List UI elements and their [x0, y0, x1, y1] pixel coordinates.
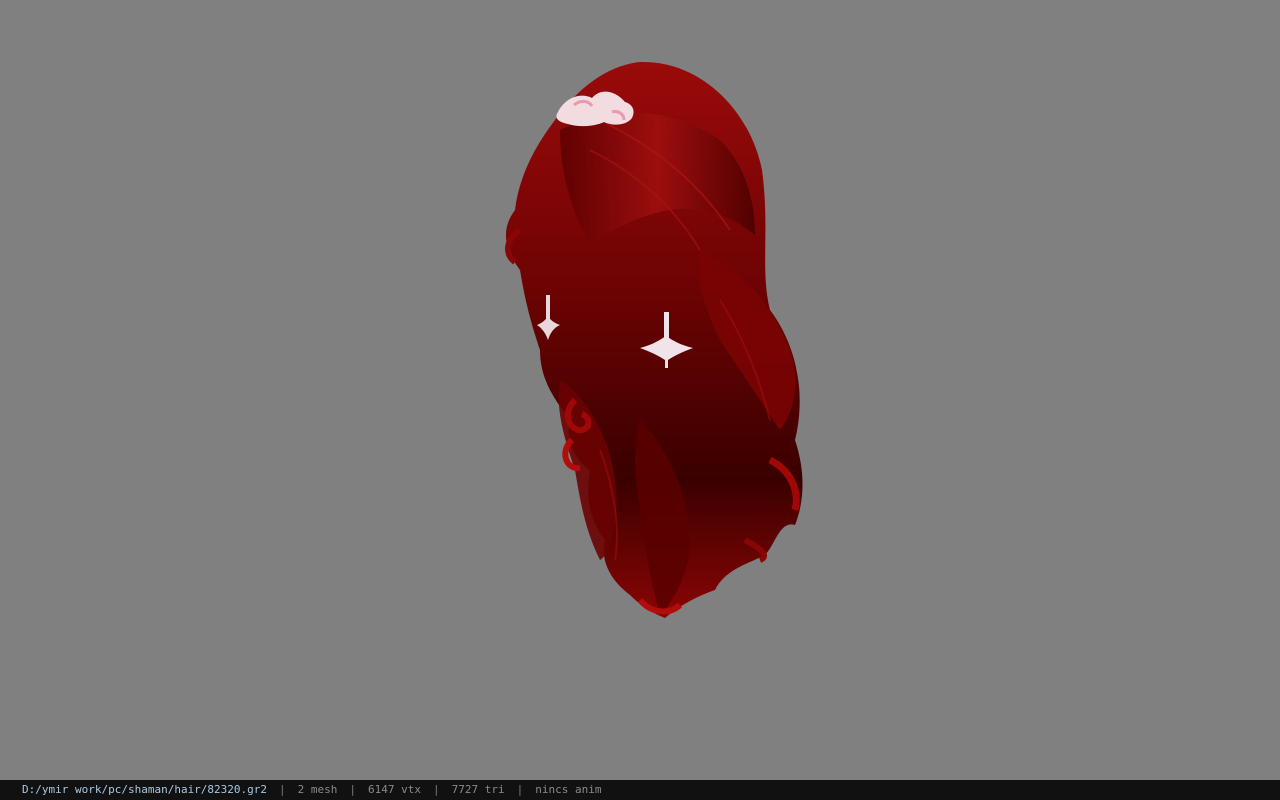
status-bar: D:/ymir work/pc/shaman/hair/82320.gr2 | … [0, 780, 1280, 800]
status-separator: | [349, 783, 357, 796]
mesh-count-label: 2 mesh [297, 783, 338, 796]
hair-mesh [505, 61, 803, 618]
file-path-label: D:/ymir work/pc/shaman/hair/82320.gr2 [22, 783, 268, 796]
status-separator: | [433, 783, 440, 796]
vertex-count-label: 6147 vtx [368, 783, 422, 796]
triangle-count-label: 7727 tri [451, 783, 505, 796]
hair-model-render[interactable] [0, 0, 1280, 780]
animation-status-label: nincs anim [535, 783, 602, 796]
status-separator: | [516, 783, 524, 796]
3d-viewport[interactable] [0, 0, 1280, 780]
status-separator: | [279, 783, 286, 796]
